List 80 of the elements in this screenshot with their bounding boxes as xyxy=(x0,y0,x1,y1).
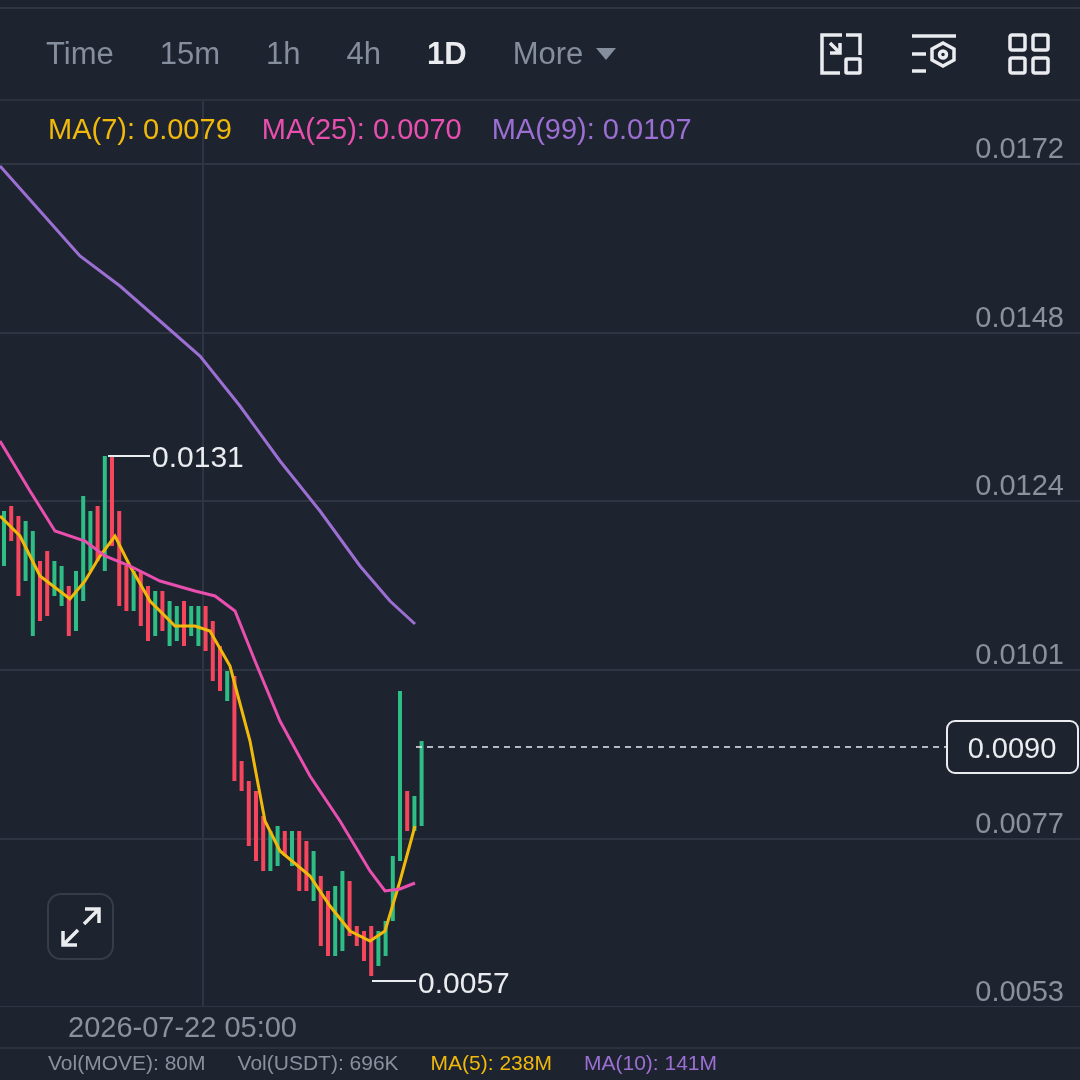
candlestick xyxy=(311,851,316,901)
candlestick xyxy=(45,551,50,616)
candlestick xyxy=(131,571,136,611)
volume-indicator-value: MA(5): 238M xyxy=(430,1051,552,1075)
candlestick xyxy=(9,506,14,541)
candlestick xyxy=(412,796,417,831)
candlestick xyxy=(59,566,64,606)
candlestick xyxy=(390,856,395,921)
candlestick xyxy=(290,831,294,866)
candlestick xyxy=(376,931,381,966)
candlestick xyxy=(218,646,222,691)
candlestick xyxy=(38,561,42,621)
candlestick xyxy=(52,561,57,596)
candlestick xyxy=(124,566,129,611)
candlestick xyxy=(210,621,215,681)
interval-tab[interactable]: Time xyxy=(46,36,114,72)
expand-button[interactable] xyxy=(47,893,114,960)
moving-average-value: MA(25): 0.0070 xyxy=(261,113,462,146)
candlestick xyxy=(174,606,179,641)
price-axis-label: 0.0101 xyxy=(975,638,1064,670)
moving-average-value: MA(99): 0.0107 xyxy=(491,113,692,146)
volume-indicator-value: Vol(USDT): 696K xyxy=(237,1051,399,1075)
last-price-tag: 0.0090 xyxy=(946,720,1079,774)
expand-icon xyxy=(59,905,102,948)
candlestick xyxy=(182,601,186,646)
high-price-label: 0.0131 xyxy=(152,440,244,473)
candlestick xyxy=(383,921,388,956)
candlestick xyxy=(405,791,410,831)
candlestick xyxy=(354,926,359,946)
price-axis-label: 0.0053 xyxy=(975,975,1064,1007)
candlestick xyxy=(282,831,287,856)
price-axis-label: 0.0148 xyxy=(975,301,1064,333)
candlestick xyxy=(160,591,165,631)
candlestick xyxy=(189,606,194,636)
time-axis-label: 2026-07-22 05:00 xyxy=(68,1010,297,1044)
price-axis-label: 0.0124 xyxy=(975,469,1064,501)
candlestick xyxy=(23,521,28,581)
candlestick xyxy=(196,606,201,646)
volume-indicator-value: Vol(MOVE): 80M xyxy=(48,1051,206,1075)
interval-tab[interactable]: 1h xyxy=(266,36,301,72)
candlestick xyxy=(225,671,230,701)
candlestick xyxy=(146,586,150,641)
leader-line xyxy=(371,980,417,982)
candlestick xyxy=(297,831,302,891)
interval-tab[interactable]: 4h xyxy=(346,36,382,72)
candlestick xyxy=(369,926,374,976)
price-axis-label: 0.0077 xyxy=(975,807,1064,839)
leader-line xyxy=(107,455,151,457)
candlestick xyxy=(326,891,330,956)
candlestick xyxy=(362,931,366,961)
candlestick xyxy=(333,886,338,956)
candlestick xyxy=(347,881,352,936)
candlestick xyxy=(239,761,244,791)
price-axis-label: 0.0172 xyxy=(975,132,1064,164)
moving-average-value: MA(7): 0.0079 xyxy=(48,113,232,146)
window-arrow-icon[interactable] xyxy=(820,33,862,75)
low-price-label: 0.0057 xyxy=(418,966,510,999)
candlestick xyxy=(2,511,6,566)
more-dropdown[interactable]: More xyxy=(512,36,618,72)
candlestick xyxy=(254,791,258,861)
settings-lines-icon[interactable] xyxy=(912,34,958,74)
candlestick xyxy=(95,506,100,561)
candlestick xyxy=(304,841,309,891)
candlestick xyxy=(153,591,158,636)
caret-icon xyxy=(595,47,618,61)
candlestick xyxy=(246,781,251,846)
interval-tab[interactable]: 1D xyxy=(427,36,467,72)
grid-icon[interactable] xyxy=(1008,33,1050,75)
candlestick xyxy=(261,816,266,871)
candlestick xyxy=(66,586,71,636)
candlestick xyxy=(318,876,323,946)
candlestick xyxy=(88,511,93,571)
candlestick xyxy=(203,606,208,651)
candlestick xyxy=(268,831,273,871)
interval-tab[interactable]: 15m xyxy=(159,36,221,72)
candlestick xyxy=(275,826,280,866)
candlestick xyxy=(138,571,143,626)
candlestick xyxy=(167,601,172,646)
volume-indicator-value: MA(10): 141M xyxy=(584,1051,718,1075)
candlestick xyxy=(74,571,78,631)
